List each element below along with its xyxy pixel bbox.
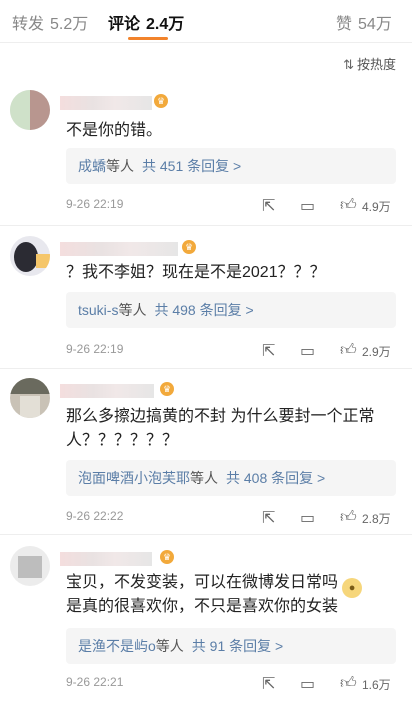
comment-text: 不是你的错。 bbox=[66, 122, 163, 139]
like-count: 2.9万 bbox=[362, 345, 391, 359]
reply-icon[interactable]: ▭ bbox=[300, 196, 315, 216]
share-icon[interactable]: ⇱ bbox=[262, 196, 275, 216]
reply-users[interactable]: 泡面啤酒小泡芙耶 bbox=[78, 470, 190, 486]
tab-comment-label: 评论 bbox=[108, 16, 141, 33]
crown-badge-icon: ♛ bbox=[160, 382, 174, 396]
share-icon[interactable]: ⇱ bbox=[262, 674, 275, 694]
comment-meta: 9-26 22:19 ⇱ ▭ 👍︎ 2.9万 bbox=[66, 342, 396, 362]
reply-suffix: 等人 bbox=[106, 158, 134, 174]
crown-badge-icon: ♛ bbox=[182, 240, 196, 254]
reply-preview[interactable]: 成蟜等人共 451 条回复 > bbox=[66, 148, 396, 184]
comment-text-line1: 那么多擦边搞黄的不封 为什么要封一个正常 bbox=[66, 408, 375, 425]
avatar[interactable] bbox=[10, 378, 50, 418]
reply-count-link[interactable]: 共 408 条回复 > bbox=[226, 470, 325, 486]
reply-preview[interactable]: tsuki-s等人共 498 条回复 > bbox=[66, 292, 396, 328]
active-tab-indicator bbox=[128, 37, 168, 40]
reply-count-link[interactable]: 共 451 条回复 > bbox=[142, 158, 241, 174]
reply-preview[interactable]: 是渔不是屿o等人共 91 条回复 > bbox=[66, 628, 396, 664]
like-count: 1.6万 bbox=[362, 678, 391, 692]
reply-users[interactable]: 成蟜 bbox=[78, 158, 106, 174]
tab-repost-label: 转发 bbox=[12, 16, 45, 33]
like-count: 2.8万 bbox=[362, 512, 391, 526]
reply-suffix: 等人 bbox=[118, 302, 147, 318]
reply-icon[interactable]: ▭ bbox=[300, 341, 315, 361]
crown-badge-icon: ♛ bbox=[160, 550, 174, 564]
timestamp: 9-26 22:19 bbox=[66, 342, 124, 356]
tab-comment[interactable]: 评论 2.4万 bbox=[108, 10, 184, 34]
divider bbox=[0, 225, 412, 226]
comment-text-line2: 人？？？？？？ bbox=[66, 432, 179, 449]
reply-preview[interactable]: 泡面啤酒小泡芙耶等人共 408 条回复 > bbox=[66, 460, 396, 496]
reply-users[interactable]: 是渔不是屿o bbox=[78, 638, 156, 654]
comment-meta: 9-26 22:19 ⇱ ▭ 👍︎ 4.9万 bbox=[66, 197, 396, 217]
tab-like[interactable]: 赞 54万 bbox=[336, 10, 392, 34]
sort-icon: ⇅ bbox=[343, 57, 354, 72]
reply-count-link[interactable]: 共 91 条回复 > bbox=[192, 638, 283, 654]
tab-like-count: 54万 bbox=[358, 16, 392, 33]
like-icon[interactable]: 👍︎ bbox=[340, 196, 357, 215]
comment-text: ？我不李姐？现在是不是2021？？？ bbox=[66, 264, 326, 281]
reply-icon[interactable]: ▭ bbox=[300, 674, 315, 694]
reply-count-link[interactable]: 共 498 条回复 > bbox=[154, 302, 253, 318]
tab-bar: 转发 5.2万 评论 2.4万 赞 54万 bbox=[0, 0, 412, 43]
reply-suffix: 等人 bbox=[155, 638, 184, 654]
divider bbox=[0, 534, 412, 535]
reply-users[interactable]: tsuki-s bbox=[78, 302, 118, 318]
username-blurred[interactable] bbox=[60, 242, 178, 256]
tab-repost-count: 5.2万 bbox=[50, 16, 89, 33]
comment-text-line1-content: 宝贝，不发变装，可以在微博发日常吗 bbox=[66, 574, 339, 591]
username-blurred[interactable] bbox=[60, 552, 152, 566]
like-icon[interactable]: 👍︎ bbox=[340, 341, 357, 360]
timestamp: 9-26 22:19 bbox=[66, 197, 124, 211]
comment-meta: 9-26 22:21 ⇱ ▭ 👍︎ 1.6万 bbox=[66, 675, 396, 695]
timestamp: 9-26 22:22 bbox=[66, 509, 124, 523]
like-icon[interactable]: 👍︎ bbox=[340, 508, 357, 527]
comment-meta: 9-26 22:22 ⇱ ▭ 👍︎ 2.8万 bbox=[66, 509, 396, 529]
reply-suffix: 等人 bbox=[190, 470, 218, 486]
avatar[interactable] bbox=[10, 236, 50, 276]
sort-by-hot-button[interactable]: ⇅ 按热度 bbox=[343, 54, 396, 73]
like-icon[interactable]: 👍︎ bbox=[340, 674, 357, 693]
share-icon[interactable]: ⇱ bbox=[262, 508, 275, 528]
like-count: 4.9万 bbox=[362, 200, 391, 214]
divider bbox=[0, 368, 412, 369]
crown-badge-icon: ♛ bbox=[154, 94, 168, 108]
username-blurred[interactable] bbox=[60, 384, 154, 398]
reply-icon[interactable]: ▭ bbox=[300, 508, 315, 528]
tab-repost[interactable]: 转发 5.2万 bbox=[12, 10, 88, 34]
sort-label: 按热度 bbox=[356, 57, 396, 72]
timestamp: 9-26 22:21 bbox=[66, 675, 124, 689]
share-icon[interactable]: ⇱ bbox=[262, 341, 275, 361]
username-blurred[interactable] bbox=[60, 96, 152, 110]
avatar[interactable] bbox=[10, 90, 50, 130]
tab-comment-count: 2.4万 bbox=[146, 16, 185, 33]
tab-like-label: 赞 bbox=[336, 16, 353, 33]
comment-text-line2: 是真的很喜欢你，不只是喜欢你的女装 bbox=[66, 598, 339, 615]
avatar[interactable] bbox=[10, 546, 50, 586]
